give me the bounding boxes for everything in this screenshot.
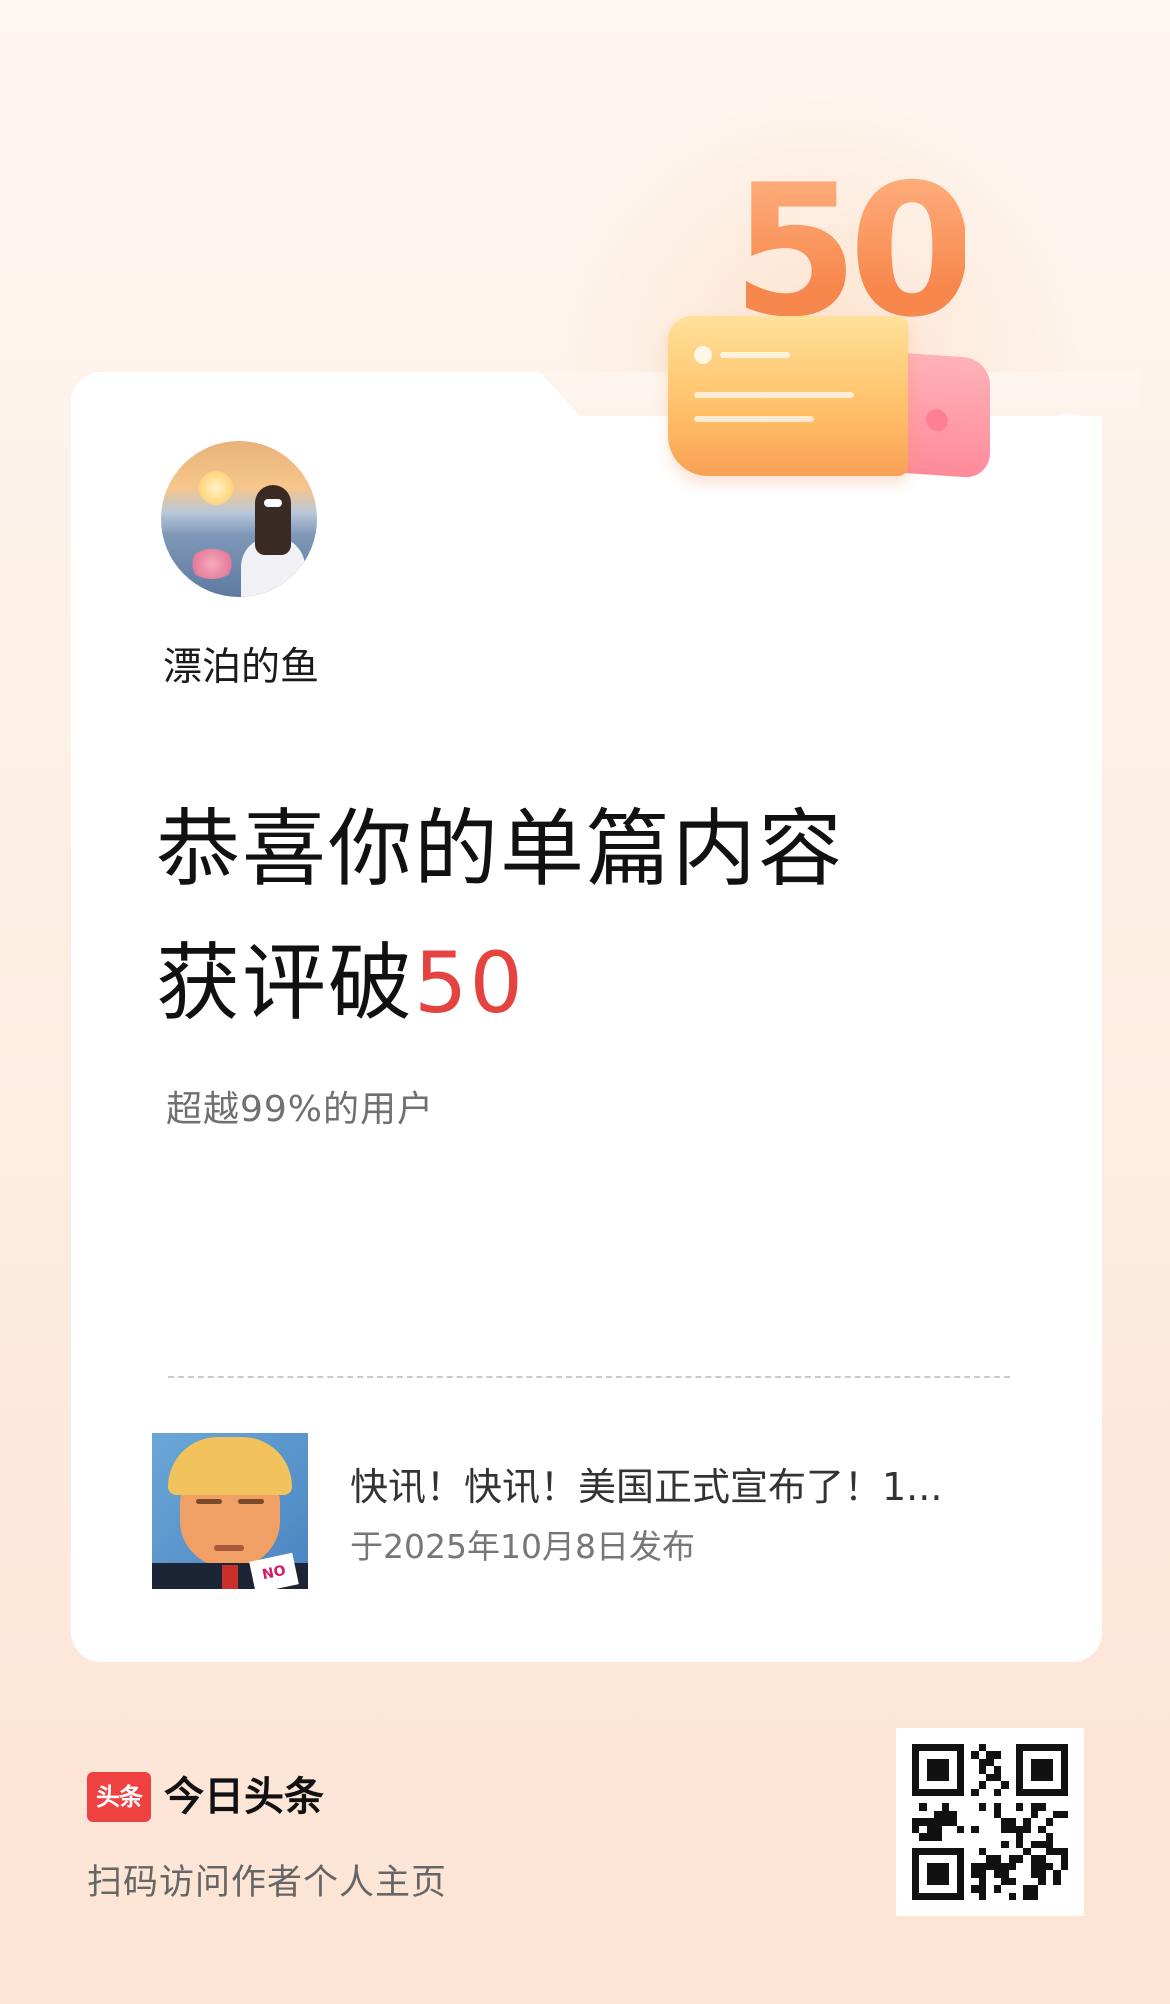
ribbon-avatar-icon (694, 346, 712, 364)
article-thumbnail[interactable]: NO (152, 1433, 308, 1589)
headline: 恭喜你的单篇内容 获评破50 (156, 782, 844, 1050)
ribbon-front (668, 316, 908, 476)
subtitle: 超越99%的用户 (166, 1089, 435, 1130)
badge-number: 50 (732, 145, 975, 357)
qr-code-pattern (912, 1744, 1068, 1900)
badge-illustration: 50 (660, 160, 1020, 500)
brand-name: 今日头条 (164, 1774, 324, 1820)
article-date: 于2025年10月8日发布 (350, 1527, 695, 1566)
footer-caption: 扫码访问作者个人主页 (87, 1863, 448, 1903)
headline-line1: 恭喜你的单篇内容 (156, 800, 845, 898)
headline-number: 50 (414, 934, 525, 1032)
author-avatar[interactable] (161, 441, 317, 597)
dashed-divider (168, 1376, 1010, 1378)
headline-line2: 获评破50 (156, 916, 844, 1050)
article-title[interactable]: 快讯！快讯！美国正式宣布了！1... (350, 1456, 1000, 1511)
toutiao-logo: 头条 (87, 1772, 151, 1822)
qr-code[interactable] (896, 1728, 1084, 1916)
headline-line2-prefix: 获评破 (156, 934, 415, 1032)
author-name[interactable]: 漂泊的鱼 (163, 636, 319, 692)
